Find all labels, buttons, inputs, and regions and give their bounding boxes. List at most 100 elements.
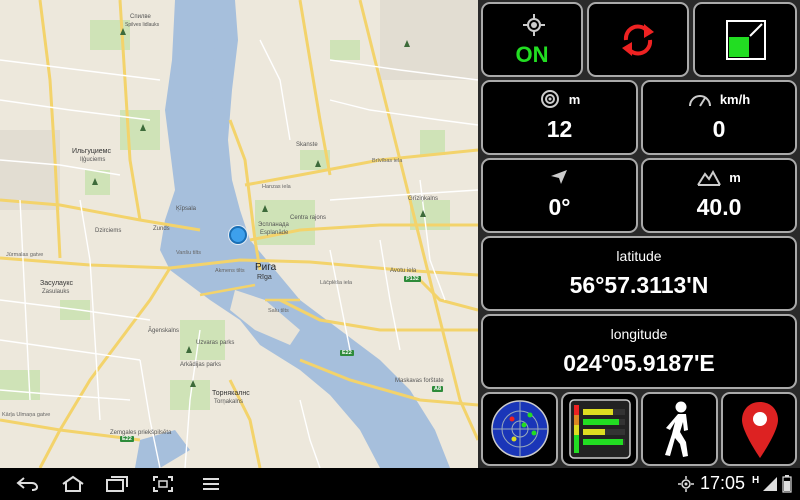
signal-bars-icon [569, 399, 631, 459]
system-navigation-bar: 17:05 H [0, 468, 800, 500]
refresh-icon [622, 24, 654, 56]
altitude-unit: m [729, 169, 741, 185]
map-label-avotu: Avotu iela [390, 268, 417, 274]
map-label-spilve: Спилве [130, 14, 151, 20]
map-label-ilguciems-lv: Iļģuciems [80, 157, 106, 163]
map-label-ilguciems: Ильгуциемс [72, 148, 111, 155]
gps-satellite-icon [678, 476, 694, 492]
network-type-label: H [752, 475, 760, 486]
accuracy-icon [540, 90, 559, 108]
map-label-esplanade: Эспланада [258, 222, 289, 228]
latitude-value: 56°57.3113'N [569, 272, 709, 298]
longitude-tile: longitude 024°05.9187'E [481, 314, 797, 389]
road-shield-e22: E22 [340, 350, 354, 356]
map-label-zemgales: Zemgales priekšpilsēta [110, 430, 172, 436]
gps-info-panel: ON m 12 km/h 0 0° m 40.0 latitude 56°57.… [478, 0, 800, 468]
cell-signal-icon [763, 477, 777, 491]
gps-status-indicator [676, 472, 696, 496]
gps-target-icon [523, 14, 545, 36]
speed-tile: km/h 0 [641, 80, 797, 155]
back-button[interactable] [12, 472, 42, 496]
map-label-vansu: Vanšu tilts [176, 250, 201, 256]
resize-window-icon [726, 20, 766, 60]
location-pin-icon [742, 402, 778, 458]
map-city-label-lv: Rīga [257, 274, 272, 281]
gps-status-label: ON [515, 42, 549, 67]
map-label-dzirciems: Dzirciems [95, 228, 122, 234]
park-marker [186, 346, 192, 353]
park-marker [92, 178, 98, 185]
accuracy-value: 12 [546, 116, 573, 142]
map-label-grizinkalns: Grīziņkalns [408, 196, 439, 202]
back-arrow-icon [16, 477, 39, 491]
park-marker [262, 205, 268, 212]
road-shield-a8: A8 [432, 386, 444, 392]
home-button[interactable] [58, 472, 88, 496]
altitude-tile: m 40.0 [641, 158, 797, 233]
altitude-icon [697, 169, 722, 186]
home-icon [62, 475, 84, 492]
walking-person-icon [665, 401, 688, 457]
road-shield-e22-west: E22 [120, 436, 134, 442]
map-label-akmens: Akmens tilts [215, 268, 245, 274]
gps-toggle-button[interactable]: ON [481, 2, 583, 77]
menu-button[interactable] [196, 472, 226, 496]
map-label-spilve-lv: Spilves lidlauks [125, 22, 160, 28]
map-label-hanzas: Hanzas iela [262, 184, 291, 190]
window-size-button[interactable] [693, 2, 797, 77]
menu-icon [203, 478, 219, 490]
map-label-salu: Salu tilts [268, 308, 289, 314]
map-label-jurmalas: Jūrmalas gatve [6, 252, 44, 258]
map-view[interactable]: Спилве Spilves lidlauks Ильгуциемс Iļģuc… [0, 0, 478, 468]
walking-mode-button[interactable] [641, 392, 718, 466]
map-label-maskavas: Maskavas forštate [395, 378, 444, 384]
map-label-kipsala: Ķīpsala [176, 206, 197, 212]
map-label-agenskalns: Āgenskalns [148, 328, 180, 334]
park-marker [190, 380, 196, 387]
map-label-karla-ulmana: Kārļa Ulmaņa gatve [2, 412, 51, 418]
satellite-radar-button[interactable] [481, 392, 558, 466]
map-label-lacplesa: Lāčplēša iela [320, 280, 353, 286]
battery-icon [782, 475, 792, 493]
park-marker [120, 28, 126, 35]
recent-apps-icon [106, 476, 128, 492]
status-clock: 17:05 [700, 473, 746, 493]
screenshot-button[interactable] [148, 472, 178, 496]
map-label-zasulauks: Засулаукс [40, 280, 74, 287]
map-label-zunds: Zunds [153, 226, 170, 232]
park-marker [420, 210, 426, 217]
heading-tile: 0° [481, 158, 638, 233]
speed-unit: km/h [719, 91, 751, 107]
road-shield-p132: P132 [404, 276, 421, 282]
map-label-skanste: Skanste [296, 142, 318, 148]
current-location-marker [229, 226, 247, 244]
map-city-label: Рига [255, 262, 277, 273]
signal-strength-button[interactable] [561, 392, 638, 466]
speedometer-icon [688, 95, 711, 107]
map-label-torniakalns: Торнякалнс [212, 390, 250, 397]
map-label-centra: Centra rajons [290, 215, 327, 221]
longitude-value: 024°05.9187'E [563, 350, 715, 376]
refresh-button[interactable] [587, 2, 689, 77]
heading-icon [550, 170, 567, 184]
map-label-esplanade-lv: Esplanāde [260, 230, 289, 236]
map-label-zasulauks-lv: Zasulauks [42, 289, 70, 295]
map-label-uzvaras: Uzvaras parks [196, 340, 235, 346]
latitude-label: latitude [616, 248, 662, 264]
altitude-value: 40.0 [696, 194, 742, 220]
map-label-arkadijas: Arkādijas parks [180, 362, 222, 368]
latitude-tile: latitude 56°57.3113'N [481, 236, 797, 311]
screenshot-icon [153, 476, 173, 492]
map-label-torniakalns-lv: Torņakalns [214, 399, 244, 405]
recent-apps-button[interactable] [102, 472, 132, 496]
accuracy-tile: m 12 [481, 80, 638, 155]
park-marker [140, 124, 146, 131]
accuracy-unit: m [568, 91, 581, 107]
speed-value: 0 [712, 116, 726, 142]
heading-value: 0° [548, 194, 571, 220]
park-marker [404, 40, 410, 47]
map-pin-button[interactable] [721, 392, 797, 466]
longitude-label: longitude [610, 326, 668, 342]
map-label-brivibas: Brīvības iela [372, 158, 403, 164]
park-marker [315, 160, 321, 167]
